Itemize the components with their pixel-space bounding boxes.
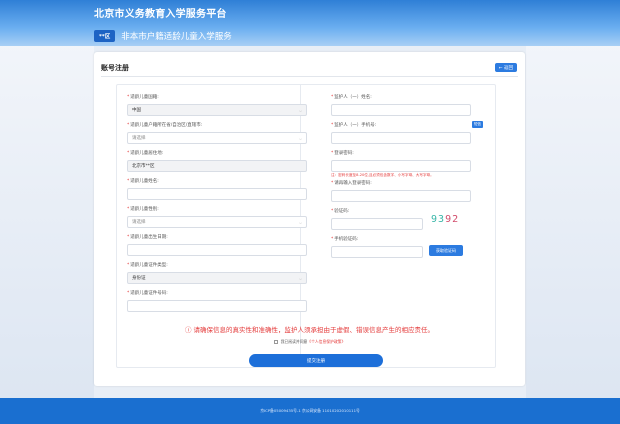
household-province-field: *适龄儿童户籍所在省/自治区/直辖市: 请选择 ⌵	[127, 122, 307, 144]
chevron-down-icon: ⌵	[298, 276, 302, 281]
registration-card: 账号注册 ← 返回 *适龄儿童国籍: 中国 ⌵ *适龄儿童户籍所在省/自治区/直辖…	[94, 52, 525, 386]
captcha-image[interactable]: 9392	[431, 214, 469, 228]
page-background-left	[0, 40, 94, 398]
agreement-text: 我已阅读并同意	[280, 339, 308, 344]
site-header: 北京市义务教育入学服务平台 **区 非本市户籍适龄儿童入学服务	[0, 0, 620, 46]
child-name-field: *适龄儿童姓名:	[127, 178, 307, 200]
back-button[interactable]: ← 返回	[494, 63, 517, 72]
confirm-password-input[interactable]	[331, 190, 471, 202]
birth-date-input[interactable]	[127, 244, 307, 256]
sms-code-input[interactable]	[331, 246, 423, 258]
residence-field: *适龄儿童居住地: 北京市**区	[127, 150, 307, 172]
guardian-name-label: 监护人（一）姓名:	[334, 95, 372, 100]
nationality-field: *适龄儿童国籍: 中国 ⌵	[127, 94, 307, 116]
child-gender-select[interactable]: 请选择 ⌵	[127, 216, 307, 228]
guardian-name-field: *监护人（一）姓名:	[331, 94, 471, 116]
chevron-down-icon: ⌵	[298, 108, 302, 113]
site-title: 北京市义务教育入学服务平台	[94, 9, 227, 20]
service-title: 非本市户籍适龄儿童入学服务	[121, 32, 232, 42]
get-sms-code-button[interactable]: 获取验证码	[429, 245, 463, 256]
captcha-input[interactable]	[331, 218, 423, 230]
captcha-field: *验证码:	[331, 208, 423, 230]
service-banner: **区 非本市户籍适龄儿童入学服务	[94, 28, 534, 44]
submit-registration-button[interactable]: 提交注册	[249, 354, 383, 367]
birth-date-field: *适龄儿童出生日期:	[127, 234, 307, 256]
password-input[interactable]	[331, 160, 471, 172]
guardian-name-input[interactable]	[331, 104, 471, 116]
id-type-label: 适龄儿童证件类型:	[130, 263, 168, 268]
chevron-down-icon: ⌵	[298, 136, 302, 141]
chevron-down-icon: ⌵	[298, 220, 302, 225]
privacy-policy-link[interactable]: 《个人信息保护政策》	[307, 339, 345, 344]
child-gender-field: *适龄儿童性别: 请选择 ⌵	[127, 206, 307, 228]
sms-code-label: 手机验证码:	[334, 237, 359, 242]
site-footer: 京ICP备05009435号-1 京公网安备 11010202010111号	[0, 398, 620, 424]
id-type-field: *适龄儿童证件类型: 身份证 ⌵	[127, 262, 307, 284]
password-label: 登录密码:	[334, 151, 354, 156]
id-number-field: *适龄儿童证件号码:	[127, 290, 307, 312]
nationality-label: 适龄儿童国籍:	[130, 95, 159, 100]
child-name-input[interactable]	[127, 188, 307, 200]
residence-select[interactable]: 北京市**区	[127, 160, 307, 172]
id-number-input[interactable]	[127, 300, 307, 312]
phone-tag-button[interactable]: 短信	[472, 121, 483, 128]
id-type-select[interactable]: 身份证 ⌵	[127, 272, 307, 284]
page-background-right	[526, 40, 620, 398]
confirm-password-label: 请再输入登录密码:	[334, 181, 372, 186]
agreement-row: 我已阅读并同意《个人信息保护政策》	[94, 339, 525, 345]
household-province-select[interactable]: 请选择 ⌵	[127, 132, 307, 144]
child-name-label: 适龄儿童姓名:	[130, 179, 159, 184]
residence-label: 适龄儿童居住地:	[130, 151, 164, 156]
page-title: 账号注册	[101, 64, 129, 72]
agreement-checkbox[interactable]	[273, 340, 278, 344]
guardian-phone-input[interactable]	[331, 132, 471, 144]
sms-code-field: *手机验证码:	[331, 236, 423, 258]
footer-record-text: 京ICP备05009435号-1 京公网安备 11010202010111号	[260, 408, 360, 413]
nationality-select[interactable]: 中国 ⌵	[127, 104, 307, 116]
birth-date-label: 适龄儿童出生日期:	[130, 235, 168, 240]
password-hint: 注：密码长度至8-20位,且必须包含数字、小写字母、大写字母。	[331, 173, 434, 177]
password-field: *登录密码:	[331, 150, 471, 172]
title-divider	[101, 76, 518, 77]
area-badge: **区	[94, 30, 116, 42]
household-province-label: 适龄儿童户籍所在省/自治区/直辖市:	[130, 123, 203, 128]
child-gender-label: 适龄儿童性别:	[130, 207, 159, 212]
guardian-phone-label: 监护人（一）手机号:	[334, 123, 377, 128]
id-number-label: 适龄儿童证件号码:	[130, 291, 168, 296]
captcha-label: 验证码:	[334, 209, 350, 214]
guardian-phone-field: *监护人（一）手机号: 短信	[331, 121, 483, 144]
confirm-password-field: *请再输入登录密码:	[331, 180, 471, 202]
accuracy-notice: ⓘ 请确保信息的真实性和准确性，监护人须承担由于虚假、错误信息产生的相应责任。	[184, 326, 435, 334]
